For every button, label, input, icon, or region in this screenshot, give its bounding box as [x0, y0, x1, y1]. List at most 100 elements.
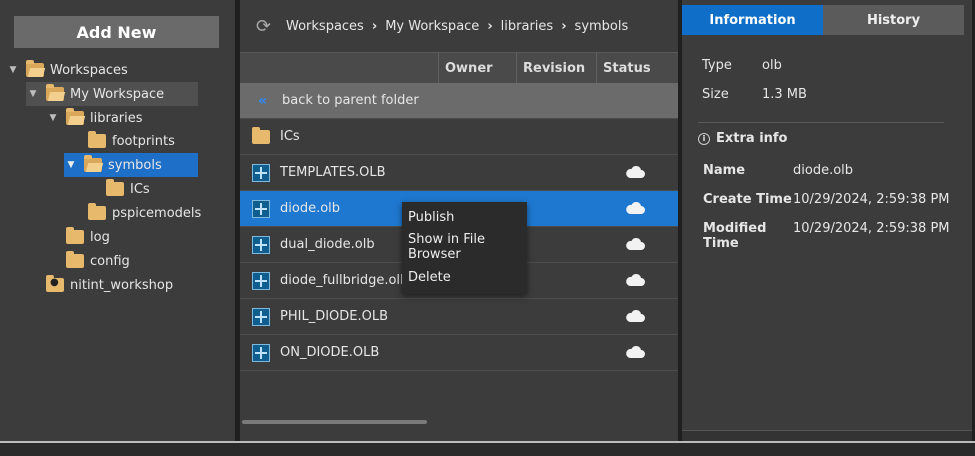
menu-item-publish[interactable]: Publish [402, 202, 527, 232]
menu-item-show-in-file-browser[interactable]: Show in File Browser [402, 232, 527, 262]
details-panel: Information History Type olb Size 1.3 MB… [682, 0, 972, 442]
type-label: Type [702, 58, 732, 73]
tree-item-log[interactable]: log [60, 225, 140, 249]
file-row[interactable]: ON_DIODE.OLB [240, 335, 678, 371]
file-name: PHIL_DIODE.OLB [280, 309, 389, 324]
column-header-status[interactable]: Status [596, 53, 674, 83]
olb-file-icon [252, 343, 270, 362]
tree-item-workspaces[interactable]: ▼ Workspaces [6, 58, 196, 82]
folder-name: ICs [280, 129, 300, 144]
create-time-value: 10/29/2024, 2:59:38 PM [793, 192, 950, 207]
file-row[interactable]: PHIL_DIODE.OLB [240, 299, 678, 335]
tree-item-label: ICs [130, 181, 150, 197]
olb-file-icon [252, 199, 270, 218]
modified-time-value: 10/29/2024, 2:59:38 PM [793, 221, 950, 236]
breadcrumb-item[interactable]: My Workspace [385, 19, 479, 34]
folder-row-ics[interactable]: ICs [240, 119, 678, 155]
tree-item-my-workspace[interactable]: ▼ My Workspace [26, 82, 198, 106]
tab-information[interactable]: Information [682, 5, 823, 35]
cloud-icon [626, 309, 645, 322]
file-row[interactable]: TEMPLATES.OLB [240, 155, 678, 191]
modified-time-row: Modified Time 10/29/2024, 2:59:38 PM [703, 221, 950, 251]
tree-item-label: config [90, 253, 130, 269]
divider [698, 122, 944, 123]
folder-icon [106, 179, 124, 196]
breadcrumb-item[interactable]: symbols [575, 19, 629, 34]
back-to-parent-label: back to parent folder [282, 93, 419, 108]
tree-item-label: My Workspace [70, 86, 165, 102]
folder-open-icon [84, 155, 102, 172]
chevron-down-icon[interactable]: ▼ [64, 160, 78, 170]
name-label: Name [703, 163, 746, 178]
column-header-revision[interactable]: Revision [516, 53, 596, 83]
tree-item-symbols[interactable]: ▼ symbols [64, 153, 198, 177]
folder-icon [66, 251, 84, 268]
table-header: Owner Revision Status [240, 52, 678, 84]
cloud-icon [626, 201, 645, 214]
info-icon: i [698, 132, 710, 145]
tree-item-label: libraries [90, 110, 143, 126]
size-value: 1.3 MB [762, 87, 807, 102]
tree-item-label: nitint_workshop [70, 277, 174, 293]
back-to-parent-row[interactable]: « back to parent folder [240, 83, 678, 119]
chevron-right-icon: › [561, 18, 567, 34]
file-name: diode.olb [280, 201, 341, 216]
extra-info-title: Extra info [716, 131, 788, 146]
tree-item-config[interactable]: config [60, 249, 150, 273]
tree-item-libraries[interactable]: ▼ libraries [46, 106, 196, 130]
user-folder-icon [46, 275, 64, 292]
tree-item-nitint-workshop[interactable]: nitint_workshop [40, 273, 180, 297]
chevron-down-icon[interactable]: ▼ [6, 65, 20, 75]
modified-time-label: Modified Time [703, 221, 767, 251]
horizontal-scrollbar[interactable] [242, 420, 427, 424]
chevron-right-icon: › [487, 18, 493, 34]
folder-open-icon [46, 84, 64, 101]
type-row: Type olb [702, 58, 782, 73]
tree-item-pspicemodels[interactable]: pspicemodels [82, 201, 202, 225]
extra-info-heading: i Extra info [698, 131, 788, 146]
olb-file-icon [252, 163, 270, 182]
folder-open-icon [26, 60, 44, 77]
file-name: diode_fullbridge.olb [280, 273, 409, 288]
chevron-down-icon[interactable]: ▼ [46, 113, 60, 123]
add-new-button[interactable]: Add New [14, 16, 219, 48]
workspace-tree-panel: Add New ▼ Workspaces ▼ My Workspace ▼ li… [0, 0, 235, 441]
menu-item-delete[interactable]: Delete [402, 262, 527, 292]
type-value: olb [762, 58, 782, 73]
cloud-icon [626, 345, 645, 358]
refresh-icon[interactable]: ⟳ [256, 16, 276, 37]
context-menu: Publish Show in File Browser Delete [402, 202, 527, 294]
folder-icon [252, 126, 270, 144]
tree-item-label: symbols [108, 157, 162, 173]
tab-history[interactable]: History [823, 5, 964, 35]
folder-icon [66, 227, 84, 244]
olb-file-icon [252, 271, 270, 290]
tree-item-ics[interactable]: ICs [100, 177, 180, 201]
tree-item-label: log [90, 229, 110, 245]
create-time-row: Create Time 10/29/2024, 2:59:38 PM [703, 192, 950, 207]
size-label: Size [702, 87, 729, 102]
breadcrumb: ⟳ Workspaces › My Workspace › libraries … [240, 0, 678, 52]
name-row: Name diode.olb [703, 163, 853, 178]
tree-item-footprints[interactable]: footprints [82, 129, 192, 153]
cloud-icon [626, 237, 645, 250]
file-name: dual_diode.olb [280, 237, 375, 252]
tree-item-label: Workspaces [50, 62, 128, 78]
cloud-icon [626, 273, 645, 286]
breadcrumb-item[interactable]: Workspaces [286, 19, 364, 34]
chevron-down-icon[interactable]: ▼ [26, 89, 40, 99]
back-arrow-icon: « [258, 92, 268, 109]
status-bar [0, 441, 975, 456]
folder-icon [88, 203, 106, 220]
tree-item-label: pspicemodels [112, 205, 202, 221]
cloud-icon [626, 165, 645, 178]
folder-icon [88, 131, 106, 148]
breadcrumb-item[interactable]: libraries [501, 19, 554, 34]
details-tabs: Information History [682, 5, 964, 35]
size-row: Size 1.3 MB [702, 87, 807, 102]
chevron-right-icon: › [371, 18, 378, 34]
tree-item-label: footprints [112, 133, 175, 149]
name-value: diode.olb [793, 163, 854, 178]
column-header-owner[interactable]: Owner [438, 53, 516, 83]
olb-file-icon [252, 307, 270, 326]
